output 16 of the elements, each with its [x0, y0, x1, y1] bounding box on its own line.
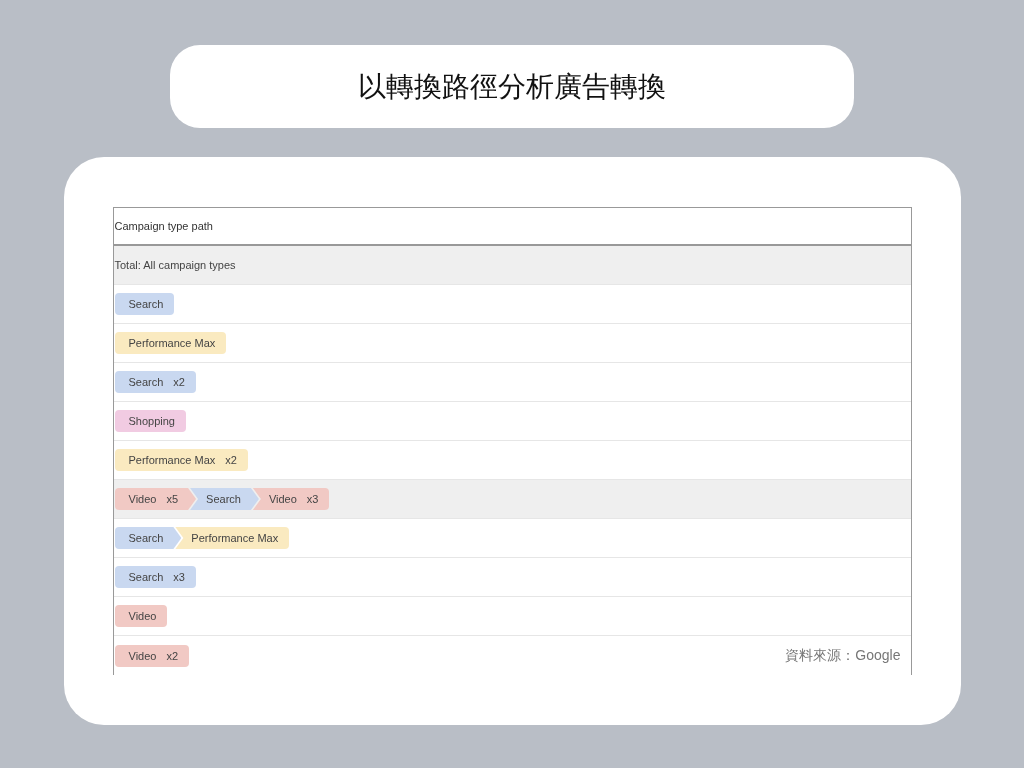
campaign-type-tag: Video x2: [114, 644, 190, 667]
campaign-type-tag: Search: [190, 488, 259, 510]
campaign-type-tag: Video: [114, 605, 168, 627]
campaign-type-tag: Search x3: [114, 566, 196, 588]
campaign-type-tag: Search x2: [114, 371, 196, 393]
campaign-type-tag: Performance Max x2: [114, 449, 248, 471]
total-label: Total: All campaign types: [113, 259, 236, 271]
campaign-type-tag: Search: [114, 293, 175, 315]
campaign-type-tag: Video x5: [114, 488, 197, 510]
campaign-type-tag: Performance Max: [175, 527, 290, 549]
campaign-type-tag: Shopping: [114, 410, 186, 432]
campaign-type-tag: Performance Max: [114, 332, 227, 354]
column-header: Campaign type path: [113, 220, 213, 232]
source-note: 資料來源：Google: [785, 647, 901, 665]
page-title: 以轉換路徑分析廣告轉換: [358, 68, 666, 105]
campaign-type-tag: Video x3: [252, 488, 330, 510]
